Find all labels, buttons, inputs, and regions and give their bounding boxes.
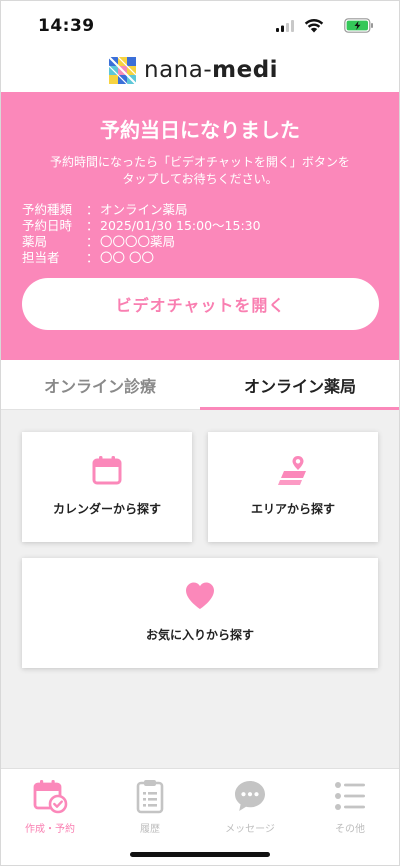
active-tab-indicator — [200, 407, 400, 410]
nav-history[interactable]: 履歴 — [100, 769, 200, 839]
banner-title: 予約当日になりました — [100, 118, 300, 142]
detail-label: 予約日時 — [22, 218, 73, 233]
banner-description: 予約時間になったら「ビデオチャットを開く」ボタンを タップしてお待ちください。 — [30, 154, 370, 188]
nav-label: 履歴 — [140, 824, 160, 835]
detail-row-datetime: 予約日時 ： 2025/01/30 15:00～15:30 — [22, 218, 382, 234]
detail-separator: ： — [86, 250, 99, 265]
calendar-icon — [92, 456, 122, 485]
card-label: エリアから探す — [250, 502, 335, 516]
status-time: 14:39 — [38, 16, 95, 36]
detail-label: 担当者 — [22, 250, 60, 265]
service-tabs: オンライン診療 オンライン薬局 — [0, 360, 400, 410]
logo-text: nana-medi — [144, 57, 278, 83]
detail-separator: ： — [86, 202, 99, 217]
open-video-chat-button[interactable]: ビデオチャットを開く — [22, 278, 379, 330]
card-label: カレンダーから探す — [52, 502, 161, 516]
nav-label: メッセージ — [225, 824, 275, 835]
chat-bubble-icon — [235, 781, 265, 811]
clipboard-icon — [136, 780, 164, 814]
search-by-calendar-card[interactable]: カレンダーから探す — [22, 432, 192, 542]
search-by-area-card[interactable]: エリアから探す — [208, 432, 378, 542]
search-by-favorites-card[interactable]: お気に入りから探す — [22, 558, 378, 668]
tab-online-consultation[interactable]: オンライン診療 — [0, 360, 200, 410]
home-indicator[interactable] — [130, 852, 270, 857]
logo-text-bold: medi — [212, 57, 279, 83]
detail-label: 薬局 — [22, 234, 48, 249]
reservation-details: 予約種類 ： オンライン薬局 予約日時 ： 2025/01/30 15:00～1… — [22, 202, 382, 266]
detail-value: 〇〇〇〇薬局 — [100, 234, 176, 249]
list-icon — [335, 782, 365, 810]
detail-row-staff: 担当者 ： 〇〇 〇〇 — [22, 250, 382, 266]
logo-mark-icon — [109, 56, 136, 84]
nav-label: その他 — [335, 824, 365, 835]
card-label: お気に入りから探す — [145, 628, 254, 642]
nav-label: 作成・予約 — [25, 824, 75, 835]
app-header: nana-medi — [0, 50, 400, 92]
nav-messages[interactable]: メッセージ — [200, 769, 300, 839]
banner-description-line: タップしてお待ちください。 — [122, 172, 278, 186]
reservation-banner: 予約当日になりました 予約時間になったら「ビデオチャットを開く」ボタンを タップ… — [0, 92, 400, 360]
detail-value: 2025/01/30 15:00～15:30 — [100, 218, 261, 233]
signal-icon — [276, 20, 294, 32]
banner-description-line: 予約時間になったら「ビデオチャットを開く」ボタンを — [50, 155, 350, 169]
detail-value: オンライン薬局 — [100, 202, 188, 217]
detail-row-type: 予約種類 ： オンライン薬局 — [22, 202, 382, 218]
map-pin-icon — [278, 456, 306, 485]
tab-online-pharmacy[interactable]: オンライン薬局 — [200, 360, 400, 410]
calendar-check-icon — [33, 780, 68, 814]
detail-separator: ： — [86, 218, 99, 233]
logo-text-light: nana- — [144, 57, 213, 83]
wifi-icon — [304, 18, 324, 33]
status-bar: 14:39 — [0, 0, 400, 50]
nav-create-reserve[interactable]: 作成・予約 — [0, 769, 100, 839]
detail-separator: ： — [86, 234, 99, 249]
battery-icon — [344, 18, 373, 33]
nav-other[interactable]: その他 — [300, 769, 400, 839]
app-logo: nana-medi — [109, 56, 278, 84]
detail-value: 〇〇 〇〇 — [100, 250, 154, 265]
heart-icon — [186, 582, 214, 609]
detail-label: 予約種類 — [22, 202, 73, 217]
detail-row-pharmacy: 薬局 ： 〇〇〇〇薬局 — [22, 234, 382, 250]
